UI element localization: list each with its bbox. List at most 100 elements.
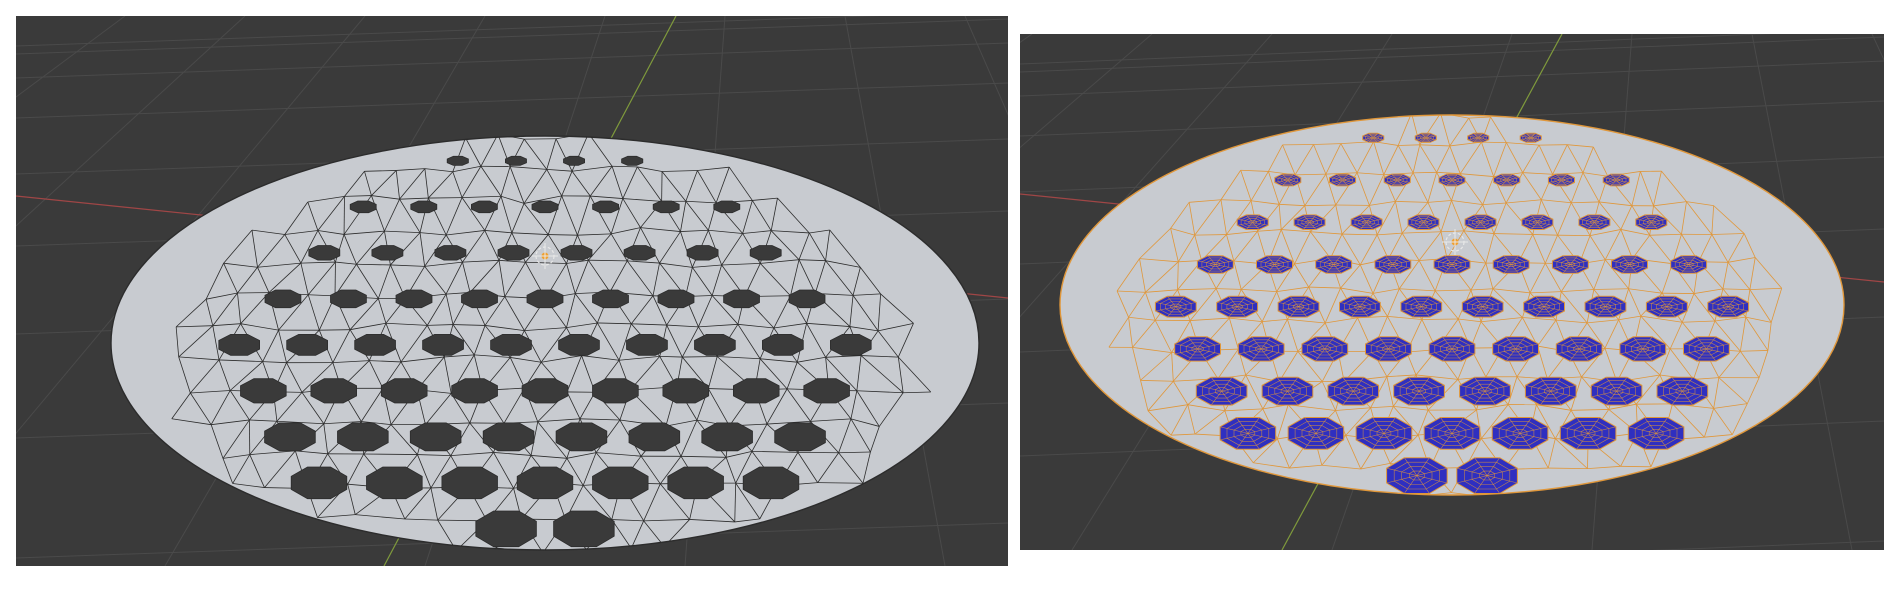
selected-octagon-face [1559, 417, 1617, 450]
selected-octagon-face [1374, 255, 1412, 274]
selected-octagon-face [1523, 295, 1565, 318]
mesh-render-left[interactable] [16, 16, 1008, 566]
selected-octagon-face [1383, 173, 1411, 187]
octagon-hole [380, 378, 428, 404]
octagon-hole [240, 378, 287, 404]
selected-octagon-face [1707, 295, 1750, 318]
selected-octagon-face [1584, 295, 1627, 318]
octagon-hole [742, 466, 800, 500]
selected-octagon-face [1635, 214, 1668, 230]
octagon-hole [451, 378, 498, 404]
octagon-hole [434, 245, 467, 261]
octagon-hole [497, 245, 530, 261]
octagon-hole [410, 200, 438, 214]
selected-octagon-face [1493, 173, 1521, 187]
selected-octagon-face [1524, 376, 1577, 406]
selected-octagon-face [1362, 132, 1385, 143]
disc-mesh [1059, 114, 1845, 496]
selected-octagon-face [1619, 336, 1667, 362]
selected-octagon-face [1236, 214, 1269, 230]
octagon-hole [395, 289, 433, 309]
selected-octagon-face [1551, 255, 1589, 274]
octagon-hole [830, 334, 872, 356]
selected-octagon-face [1590, 376, 1643, 406]
mesh-edge [1413, 171, 1437, 174]
octagon-hole [286, 334, 328, 356]
octagon-hole [662, 378, 710, 404]
selected-octagon-face [1315, 255, 1353, 274]
selected-octagon-face [1491, 417, 1549, 450]
grid-line [16, 82, 1008, 119]
octagon-hole [441, 466, 498, 500]
octagon-hole [218, 334, 260, 356]
octagon-hole [366, 466, 423, 500]
mesh-render-right[interactable] [1020, 34, 1884, 550]
octagon-hole [555, 422, 608, 452]
selected-octagon-face [1433, 255, 1471, 274]
selected-octagon-face [1293, 214, 1326, 230]
selected-octagon-face [1492, 255, 1530, 274]
selected-octagon-face [1492, 336, 1539, 362]
octagon-hole [531, 200, 559, 214]
disc-mesh [110, 135, 980, 551]
selected-octagon-face [1521, 214, 1554, 230]
selected-octagon-face [1461, 295, 1504, 318]
selected-octagon-face [1327, 376, 1380, 406]
selected-octagon-face [1277, 295, 1320, 318]
selected-octagon-face [1154, 295, 1197, 318]
selected-octagon-face [1174, 336, 1221, 362]
selected-octagon-face [1645, 295, 1688, 318]
selected-octagon-face [1261, 376, 1314, 406]
selected-octagon-face [1602, 173, 1630, 187]
selected-octagon-face [1459, 376, 1511, 406]
octagon-hole [308, 245, 341, 261]
octagon-hole [290, 466, 348, 500]
selected-octagon-face [1438, 173, 1466, 187]
octagon-hole [749, 245, 782, 261]
selected-octagon-face [1329, 173, 1357, 187]
octagon-hole [667, 466, 724, 500]
viewport-edit-mode[interactable] [1020, 34, 1884, 550]
octagon-hole [521, 378, 569, 404]
octagon-hole [621, 155, 644, 166]
octagon-hole [354, 334, 396, 356]
octagon-hole [628, 422, 681, 452]
selected-octagon-face [1219, 417, 1277, 450]
octagon-hole [558, 334, 600, 356]
octagon-hole [694, 334, 736, 356]
selected-octagon-face [1301, 336, 1349, 362]
octagon-hole [592, 378, 639, 404]
mesh-edge [1194, 234, 1227, 236]
octagon-hole [349, 200, 377, 214]
octagon-hole [657, 289, 695, 309]
mesh-edge [363, 453, 418, 455]
octagon-hole [560, 245, 593, 261]
selected-octagon-face [1339, 295, 1381, 318]
octagon-hole [553, 510, 615, 548]
viewport-object-mode[interactable] [16, 16, 1008, 566]
octagon-hole [803, 378, 850, 404]
octagon-hole [371, 245, 404, 261]
selected-octagon-face [1428, 336, 1476, 362]
selected-octagon-face [1656, 376, 1709, 406]
octagon-hole [330, 289, 367, 309]
selected-octagon-face [1464, 214, 1497, 230]
selected-octagon-face [1196, 255, 1234, 274]
octagon-hole [446, 155, 469, 166]
octagon-hole [623, 245, 656, 261]
octagon-hole [652, 200, 680, 214]
grid-line [1020, 34, 1033, 43]
selected-octagon-face [1519, 132, 1542, 143]
grid-line [16, 16, 126, 98]
octagon-hole [461, 289, 498, 309]
selected-octagon-face [1287, 417, 1345, 450]
selected-octagon-face [1414, 132, 1437, 143]
selected-octagon-face [1670, 255, 1708, 274]
octagon-hole [475, 510, 537, 548]
selected-octagon-face [1216, 295, 1259, 318]
selected-octagon-face [1355, 417, 1413, 450]
mesh-edge [631, 546, 665, 549]
octagon-hole [471, 200, 498, 214]
selected-octagon-face [1274, 173, 1302, 187]
selected-octagon-face [1393, 376, 1445, 406]
